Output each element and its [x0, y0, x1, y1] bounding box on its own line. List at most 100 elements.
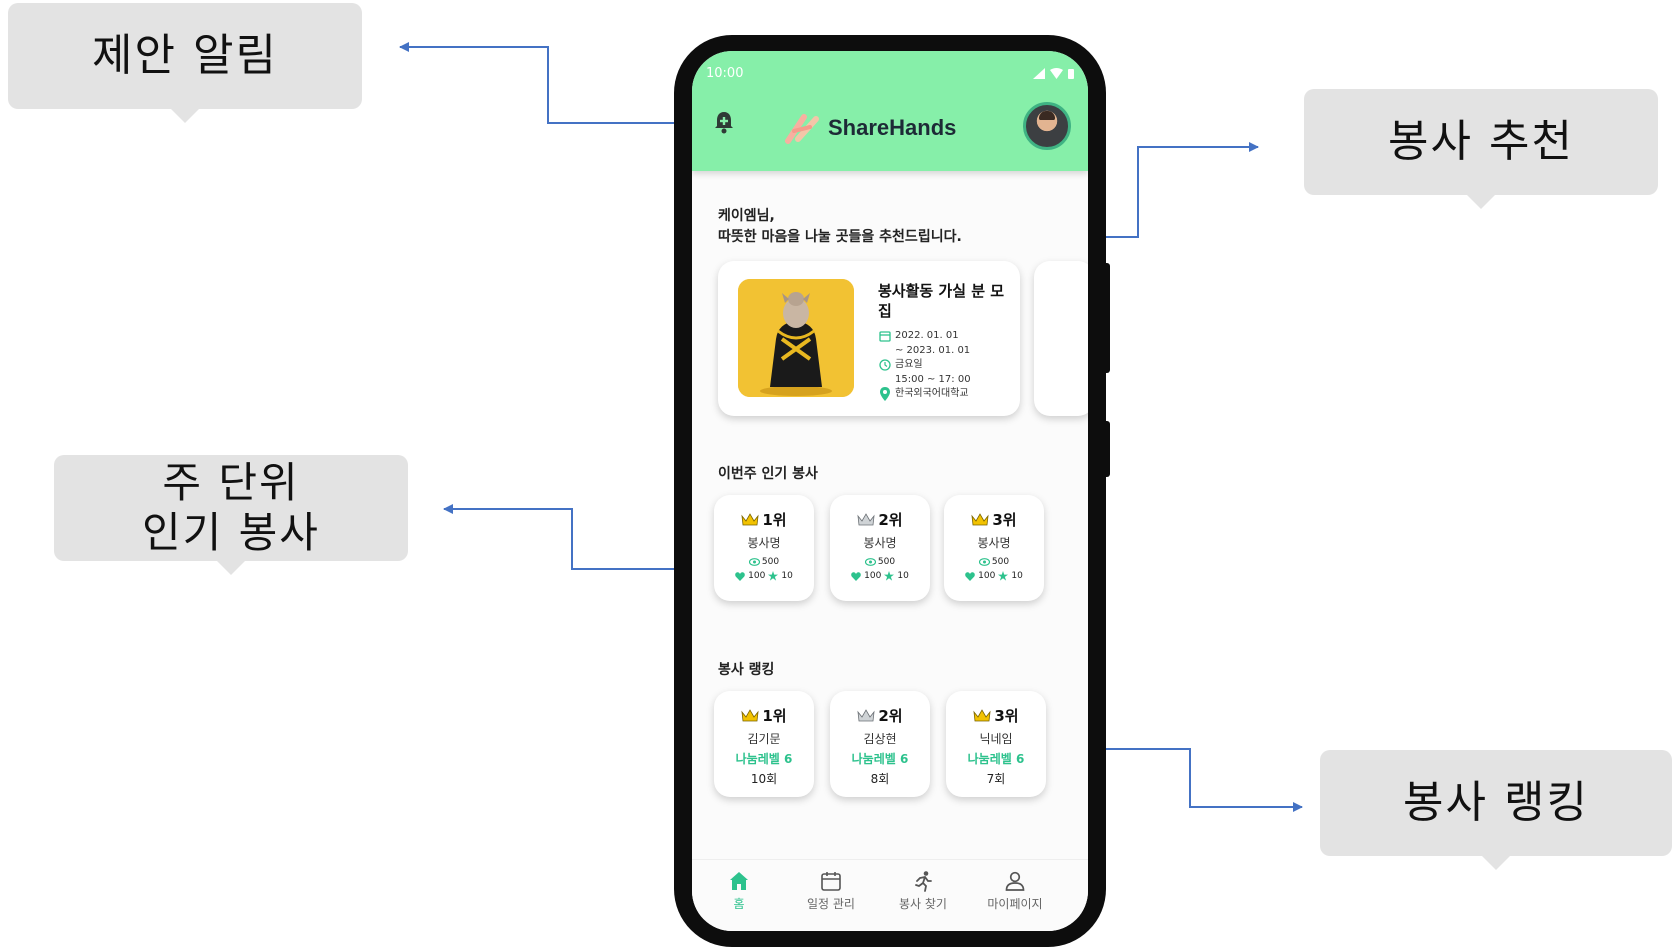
eye-icon	[978, 558, 990, 566]
popular-views-row-2: 500	[864, 557, 896, 567]
ranking-rank-3: 3위	[994, 707, 1019, 725]
popular-stats-row-2: 100 10	[851, 571, 909, 581]
popular-views-2: 500	[877, 557, 896, 567]
bell-icon[interactable]	[712, 109, 736, 135]
nav-schedule[interactable]: 일정 관리	[786, 870, 876, 912]
ranking-name-1: 김기문	[747, 732, 781, 746]
ranking-rank-2: 2위	[878, 707, 903, 725]
phone-frame: 10:00 ShareHands 케이엠님, 따뜻한 마음을 나눌 곳들을 추천…	[674, 35, 1110, 947]
popular-card-1[interactable]: 1위 봉사명 500 100 10	[714, 495, 814, 601]
recommend-card-info: 2022. 01. 01 ~ 2023. 01. 01 금요일 15:00 ~ …	[878, 329, 971, 402]
recommend-card-image	[738, 279, 854, 397]
avatar[interactable]	[1023, 102, 1071, 150]
crown-icon	[857, 512, 875, 525]
ranking-count-2: 8회	[870, 772, 890, 786]
star-icon	[998, 571, 1009, 581]
callout-weekly-popular: 주 단위 인기 봉사	[54, 455, 408, 575]
nav-mypage[interactable]: 마이페이지	[970, 870, 1060, 912]
popular-rank-3: 3위	[992, 511, 1017, 529]
popular-rank-3-line: 3위	[971, 509, 1017, 530]
callout-volunteer-ranking: 봉사 랭킹	[1320, 750, 1672, 870]
recommend-card-next[interactable]	[1034, 261, 1088, 416]
calendar-icon	[878, 330, 891, 343]
popular-name-2: 봉사명	[863, 536, 897, 550]
popular-card-2[interactable]: 2위 봉사명 500 100 10	[830, 495, 930, 601]
popular-stats-row-1: 100 10	[735, 571, 793, 581]
status-bar: 10:00	[706, 63, 1074, 83]
ranking-name-2: 김상현	[863, 732, 897, 746]
status-icons	[1033, 67, 1074, 79]
popular-rank-2-line: 2위	[857, 509, 903, 530]
person-icon	[1005, 871, 1025, 891]
ranking-rank-1: 1위	[762, 707, 787, 725]
connector-weekly-popular	[443, 504, 700, 570]
ranking-rank-3-line: 3위	[973, 705, 1019, 726]
callout-volunteer-recommend: 봉사 추천	[1304, 89, 1658, 209]
wifi-icon	[1050, 67, 1063, 79]
heart-icon	[965, 571, 975, 581]
popular-views-1: 500	[761, 557, 780, 567]
recommend-day: 금요일	[895, 359, 923, 370]
home-icon	[730, 872, 748, 890]
crown-icon	[973, 708, 991, 721]
ranking-card-2[interactable]: 2위 김상현 나눔레벨 6 8회	[830, 691, 930, 797]
callout-suggestion-alert-text: 제안 알림	[92, 29, 278, 81]
nav-mypage-label: 마이페이지	[987, 897, 1043, 911]
greeting: 케이엠님, 따뜻한 마음을 나눌 곳들을 추천드립니다.	[718, 206, 962, 248]
callout-weekly-popular-line2: 인기 봉사	[142, 508, 320, 557]
heart-icon	[735, 571, 745, 581]
popular-name-1: 봉사명	[747, 536, 781, 550]
callout-suggestion-alert: 제안 알림	[8, 3, 362, 123]
nav-home[interactable]: 홈	[694, 870, 784, 912]
popular-likes-2: 100	[864, 571, 882, 581]
nav-find[interactable]: 봉사 찾기	[878, 870, 968, 912]
ranking-rank-2-line: 2위	[857, 705, 903, 726]
popular-likes-3: 100	[978, 571, 996, 581]
callout-weekly-popular-line1: 주 단위	[162, 457, 300, 507]
greeting-line2: 따뜻한 마음을 나눌 곳들을 추천드립니다.	[718, 229, 962, 245]
recommend-time: 15:00 ~ 17: 00	[895, 373, 971, 385]
popular-stars-3: 10	[1011, 571, 1023, 581]
connector-volunteer-ranking	[1078, 748, 1303, 812]
signal-icon	[1033, 67, 1045, 79]
ranking-card-1[interactable]: 1위 김기문 나눔레벨 6 10회	[714, 691, 814, 797]
brand-title: ShareHands	[828, 115, 957, 140]
ranking-count-3: 7회	[986, 772, 1006, 786]
popular-views-row-1: 500	[748, 557, 780, 567]
popular-views-row-3: 500	[978, 557, 1010, 567]
recommend-card-title: 봉사활동 가실 분 모집	[878, 282, 1005, 320]
running-person-icon	[915, 871, 932, 892]
popular-name-3: 봉사명	[977, 536, 1011, 550]
star-icon	[768, 571, 779, 581]
status-time: 10:00	[706, 65, 744, 81]
popular-rank-2: 2위	[878, 511, 903, 529]
star-icon	[884, 571, 895, 581]
popular-likes-1: 100	[748, 571, 766, 581]
ranking-rank-1-line: 1위	[741, 705, 787, 726]
battery-icon	[1068, 68, 1074, 79]
brand: ShareHands	[784, 111, 956, 145]
bottom-nav: 홈 일정 관리 봉사 찾기 마이페이지	[692, 859, 1088, 931]
recommend-date-end: ~ 2023. 01. 01	[895, 344, 971, 356]
clock-icon	[878, 359, 891, 372]
ranking-level-3: 나눔레벨 6	[967, 752, 1025, 766]
recommend-place: 한국외국어대학교	[895, 388, 969, 399]
eye-icon	[748, 558, 760, 566]
popular-rank-1: 1위	[762, 511, 787, 529]
ranking-level-1: 나눔레벨 6	[735, 752, 793, 766]
connector-suggestion-alert	[399, 42, 700, 124]
app-bar: 10:00 ShareHands	[692, 51, 1088, 171]
ranking-section-title: 봉사 랭킹	[718, 662, 775, 678]
popular-stats-row-3: 100 10	[965, 571, 1023, 581]
popular-section-title: 이번주 인기 봉사	[718, 466, 818, 482]
popular-stars-2: 10	[897, 571, 909, 581]
nav-find-label: 봉사 찾기	[899, 897, 947, 911]
ranking-count-1: 10회	[750, 772, 778, 786]
heart-icon	[851, 571, 861, 581]
ranking-level-2: 나눔레벨 6	[851, 752, 909, 766]
popular-views-3: 500	[991, 557, 1010, 567]
popular-card-3[interactable]: 3위 봉사명 500 100 10	[944, 495, 1044, 601]
callout-volunteer-recommend-text: 봉사 추천	[1388, 115, 1574, 167]
recommend-card[interactable]: 봉사활동 가실 분 모집 2022. 01. 01 ~ 2023. 01. 01…	[718, 261, 1020, 416]
ranking-card-3[interactable]: 3위 닉네임 나눔레벨 6 7회	[946, 691, 1046, 797]
